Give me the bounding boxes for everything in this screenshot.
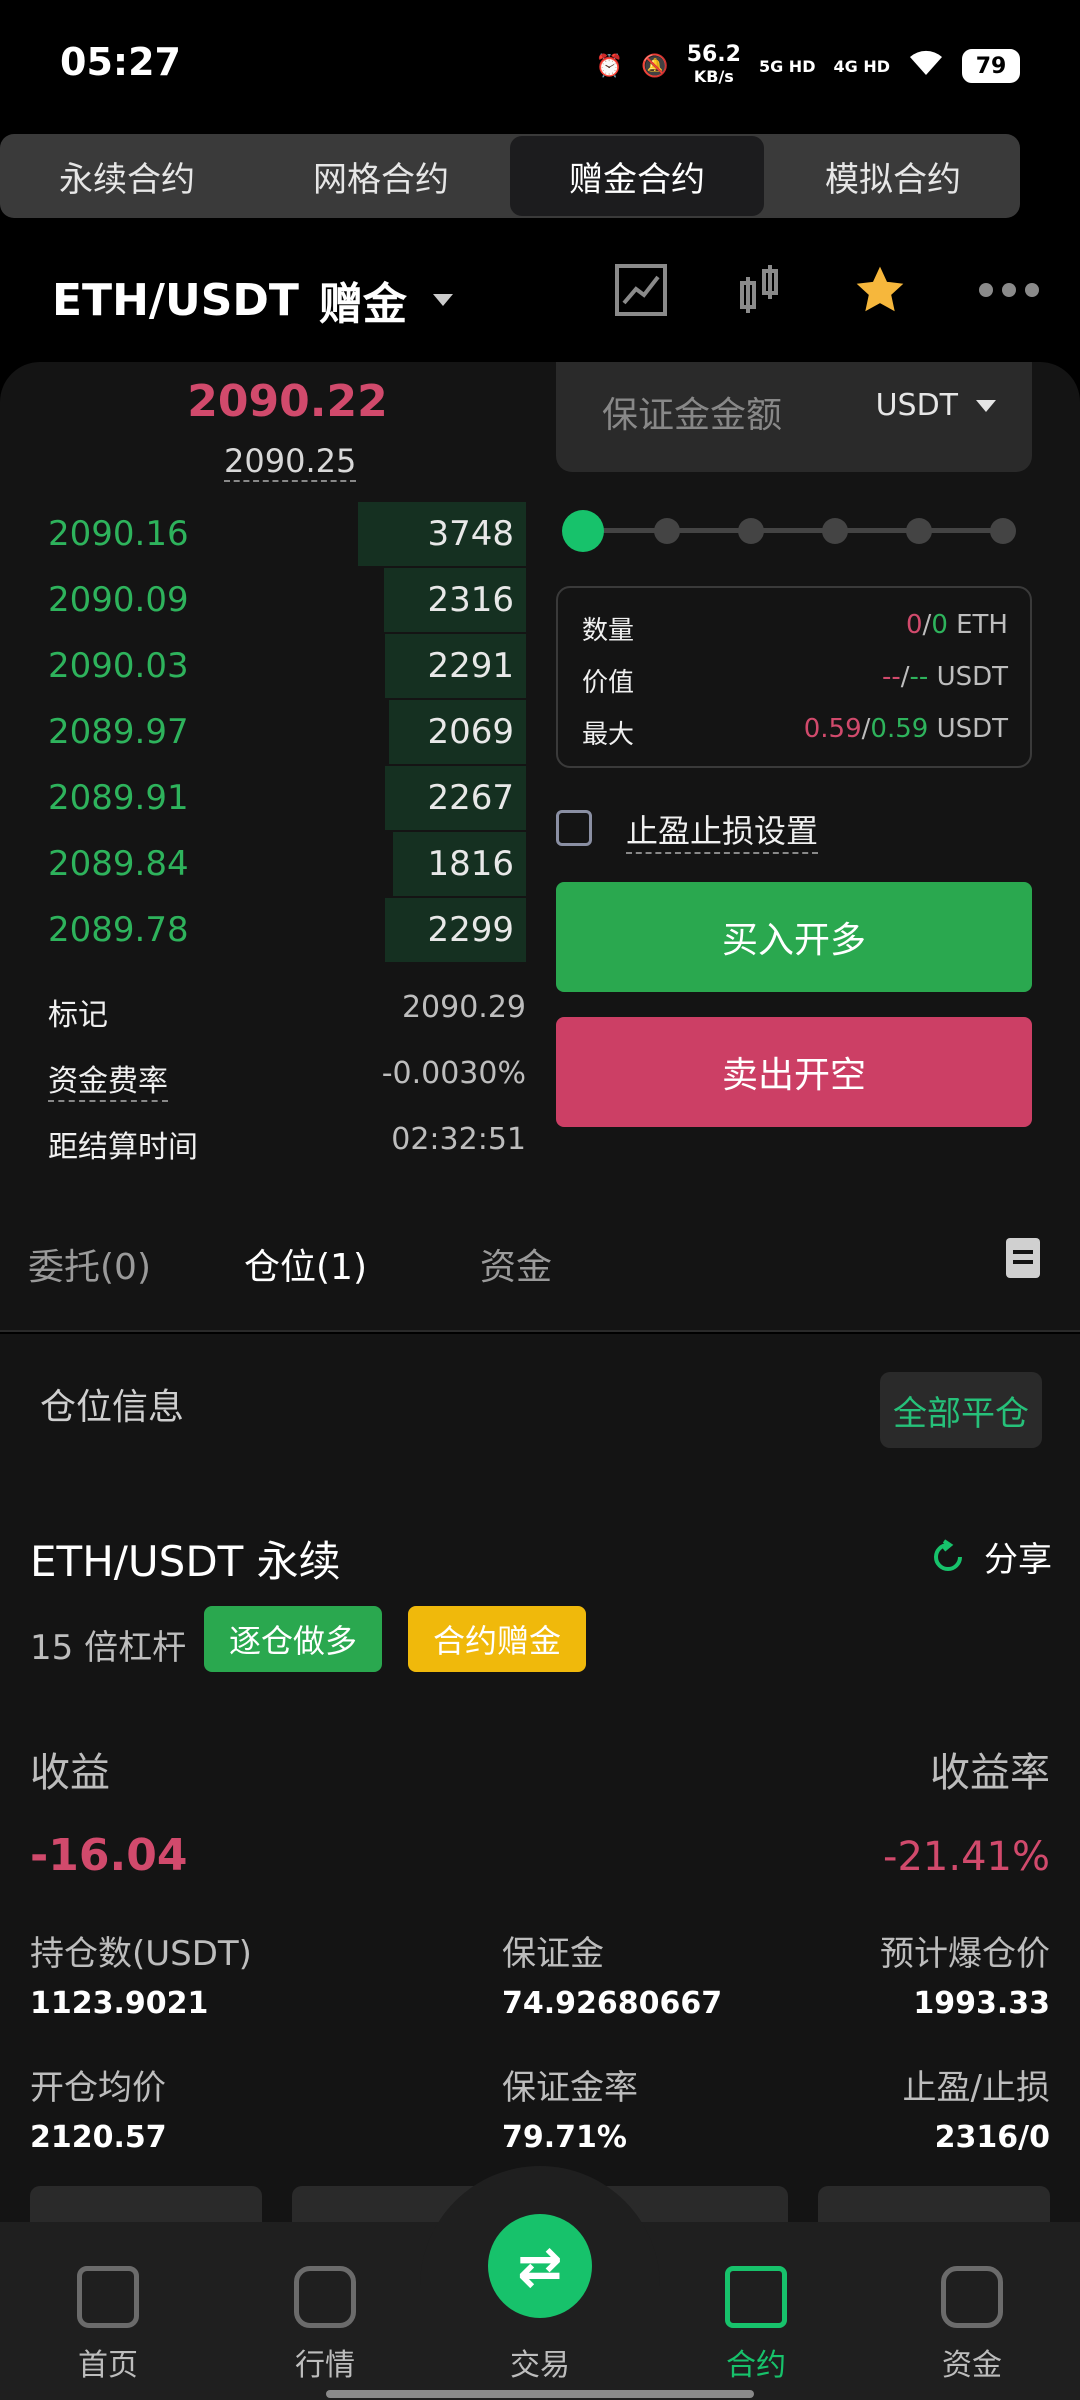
more-icon[interactable]	[978, 282, 1040, 302]
orderbook-row[interactable]: 2090.03 2291	[0, 634, 530, 700]
contract-icon	[725, 2266, 787, 2328]
tpsl-settings-label[interactable]: 止盈止损设置	[626, 806, 819, 854]
nav-trade[interactable]: 交易	[460, 2266, 620, 2384]
pnl-label: 收益	[30, 1750, 110, 1796]
status-icons: ⏰ 🔕 56.2 KB/s 5G HD 4G HD 79	[596, 44, 1020, 88]
mark-price-row: 标记 2090.29	[48, 990, 526, 1033]
margin-rate-label: 保证金率	[502, 2068, 638, 2108]
home-icon	[77, 2266, 139, 2328]
wifi-icon	[908, 49, 944, 83]
signal-5g-icon: 5G HD	[758, 56, 816, 76]
bonus-badge: 合约赠金	[408, 1606, 586, 1672]
funding-rate-row[interactable]: 资金费率 -0.0030%	[48, 1056, 526, 1102]
value-row: 价值 --/-- USDT	[582, 662, 1008, 698]
position-info-label: 仓位信息	[40, 1387, 185, 1428]
roi-value: -21.41%	[883, 1834, 1050, 1880]
pair-name: ETH/USDT	[52, 274, 299, 326]
status-time: 05:27	[60, 40, 181, 84]
pair-tag: 赠金	[318, 279, 407, 330]
entry-price-value: 2120.57	[30, 2120, 167, 2155]
quantity-row: 数量 0/0 ETH	[582, 610, 1008, 646]
size-label: 持仓数(USDT)	[30, 1934, 252, 1974]
sell-short-button[interactable]: 卖出开空	[556, 1017, 1032, 1127]
document-icon[interactable]	[1006, 1238, 1040, 1278]
market-icon	[294, 2266, 356, 2328]
slider-step[interactable]	[654, 518, 680, 544]
close-all-button[interactable]: 全部平仓	[880, 1372, 1042, 1448]
tpsl-label: 止盈/止损	[902, 2068, 1050, 2108]
last-price: 2090.22	[187, 376, 388, 427]
favorite-star-icon[interactable]	[852, 262, 908, 322]
home-indicator	[326, 2390, 754, 2398]
margin-unit-select[interactable]: USDT	[876, 388, 996, 423]
margin-value: 74.92680667	[502, 1986, 723, 2021]
position-tabs: 委托(0) 仓位(1) 资金	[0, 1202, 1080, 1332]
roi-label: 收益率	[930, 1750, 1050, 1796]
net-speed: 56.2 KB/s	[686, 42, 741, 87]
tpsl-value: 2316/0	[934, 2120, 1050, 2155]
alarm-icon: ⏰	[595, 53, 624, 79]
margin-label: 保证金	[502, 1934, 604, 1974]
tpsl-checkbox[interactable]	[556, 810, 592, 846]
slider-step[interactable]	[738, 518, 764, 544]
entry-price-label: 开仓均价	[30, 2068, 166, 2108]
liq-price-value: 1993.33	[913, 1986, 1050, 2021]
tab-demo[interactable]: 模拟合约	[766, 134, 1020, 218]
margin-amount-input[interactable]: 保证金金额 USDT	[556, 362, 1032, 472]
candlestick-icon[interactable]	[738, 263, 782, 321]
buy-long-button[interactable]: 买入开多	[556, 882, 1032, 992]
order-summary-box: 数量 0/0 ETH 价值 --/-- USDT 最大 0.59/0.59 US…	[556, 586, 1032, 768]
orderbook-row[interactable]: 2089.84 1816	[0, 832, 530, 898]
liq-price-label: 预计爆仓价	[880, 1934, 1050, 1974]
orderbook-row[interactable]: 2089.97 2069	[0, 700, 530, 766]
tab-bonus[interactable]: 赠金合约	[510, 136, 764, 216]
slider-step[interactable]	[906, 518, 932, 544]
share-button[interactable]: 分享	[930, 1532, 1052, 1581]
tab-funds[interactable]: 资金	[480, 1238, 552, 1290]
mute-icon: 🔕	[641, 53, 669, 79]
tab-positions[interactable]: 仓位(1)	[244, 1238, 367, 1290]
nav-home[interactable]: 首页	[28, 2266, 188, 2384]
settlement-time-row: 距结算时间 02:32:51	[48, 1122, 526, 1165]
size-value: 1123.9021	[30, 1986, 209, 2021]
slider-handle[interactable]	[562, 510, 604, 552]
chevron-down-icon	[432, 294, 453, 306]
tab-perpetual[interactable]: 永续合约	[0, 134, 254, 218]
margin-rate-value: 79.71%	[502, 2120, 627, 2155]
tab-grid[interactable]: 网格合约	[254, 134, 508, 218]
leverage-label: 15 倍杠杆	[30, 1628, 187, 1668]
status-bar: 05:27 ⏰ 🔕 56.2 KB/s 5G HD 4G HD 79	[0, 0, 1080, 130]
slider-track	[582, 528, 1004, 533]
header-actions	[614, 262, 1040, 322]
nav-market[interactable]: 行情	[245, 2266, 405, 2384]
pair-selector[interactable]: ETH/USDT 赠金	[52, 268, 453, 332]
mark-price[interactable]: 2090.25	[224, 442, 357, 482]
nav-funds[interactable]: 资金	[892, 2266, 1052, 2384]
orderbook-row[interactable]: 2090.16 3748	[0, 502, 530, 568]
signal-4g-icon: 4G HD	[833, 56, 890, 76]
contract-type-tabs: 永续合约 网格合约 赠金合约 模拟合约	[0, 134, 1020, 218]
share-icon	[934, 1538, 962, 1571]
orderbook-row[interactable]: 2090.09 2316	[0, 568, 530, 634]
pnl-value: -16.04	[30, 1830, 188, 1881]
tab-orders[interactable]: 委托(0)	[28, 1238, 151, 1290]
orderbook-row[interactable]: 2089.78 2299	[0, 898, 530, 964]
chevron-down-icon	[976, 399, 996, 412]
orderbook-row[interactable]: 2089.91 2267	[0, 766, 530, 832]
nav-contract[interactable]: 合约	[676, 2266, 836, 2384]
slider-step[interactable]	[990, 518, 1016, 544]
isolated-long-badge: 逐仓做多	[204, 1606, 382, 1672]
wallet-icon	[941, 2266, 1003, 2328]
position-pair[interactable]: ETH/USDT 永续	[30, 1528, 341, 1589]
slider-step[interactable]	[822, 518, 848, 544]
margin-placeholder: 保证金金额	[602, 395, 783, 436]
chart-icon[interactable]	[614, 263, 668, 321]
max-row: 最大 0.59/0.59 USDT	[582, 714, 1008, 750]
leverage-slider[interactable]	[562, 510, 1024, 552]
battery-icon: 79	[962, 49, 1020, 83]
